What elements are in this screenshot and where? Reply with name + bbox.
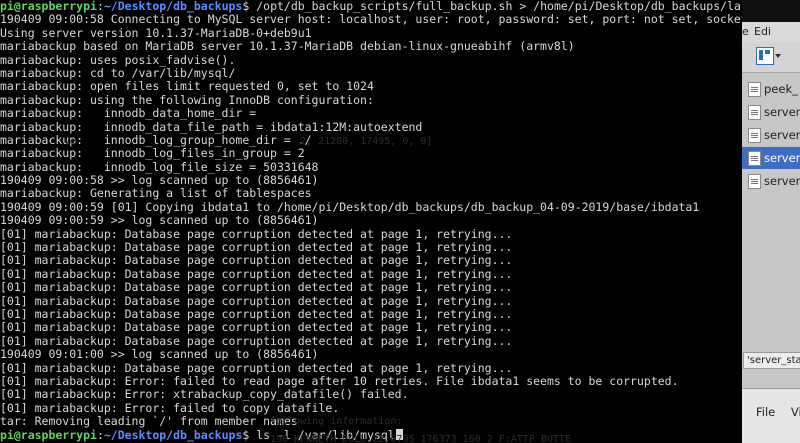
prompt-separator: :: [96, 0, 104, 13]
chevron-down-icon[interactable]: [775, 54, 781, 58]
file-item-label: server: [764, 151, 800, 165]
output-line: 190409 09:00:59 [01] Copying ibdata1 to …: [0, 200, 700, 214]
prompt-path: ~/Desktop/db_backups: [103, 428, 243, 442]
output-line: mariabackup: innodb_log_files_in_group =…: [0, 147, 305, 161]
file-icon: [748, 105, 761, 120]
output-line: Using server version 10.1.37-MariaDB-0+d…: [0, 26, 312, 40]
prompt-line-1: pi@raspberrypi:~/Desktop/db_backups$ /op…: [0, 0, 742, 13]
output-line: 190409 09:01:00 >> log scanned up to (88…: [0, 348, 319, 362]
view-layout-icon[interactable]: [756, 47, 774, 65]
output-line: mariabackup: using the following InnoDB …: [0, 93, 374, 107]
output-line: [01] mariabackup: Database page corrupti…: [0, 294, 513, 308]
prompt-symbol: $: [242, 428, 250, 442]
menu-item[interactable]: e: [742, 22, 749, 42]
output-line: [01] mariabackup: Error: xtrabackup_copy…: [0, 388, 409, 402]
prompt-separator: :: [96, 428, 104, 442]
output-line: [01] mariabackup: Database page corrupti…: [0, 307, 513, 321]
prompt-command: ls -l /var/lib/mysql: [256, 428, 395, 442]
output-line: tar: Removing leading `/' from member na…: [0, 415, 298, 429]
prompt-command: /opt/db_backup_scripts/full_backup.sh > …: [256, 0, 742, 13]
output-line: mariabackup: Generating a list of tables…: [0, 187, 312, 201]
prompt-line-2: pi@raspberrypi:~/Desktop/db_backups$ ls …: [0, 428, 742, 442]
output-line: [01] mariabackup: Database page corrupti…: [0, 361, 513, 375]
background-window-toolbar: [742, 42, 800, 73]
output-line: [01] mariabackup: Database page corrupti…: [0, 334, 513, 348]
file-item-label: server: [764, 128, 800, 142]
output-line: [01] mariabackup: Database page corrupti…: [0, 254, 513, 268]
output-line: [01] mariabackup: Database page corrupti…: [0, 241, 513, 255]
terminal-window[interactable]: pi@raspberrypi:~/Desktop/db_backups$ /op…: [0, 0, 742, 443]
file-item[interactable]: peek_: [742, 78, 800, 100]
output-line: mariabackup based on MariaDB server 10.1…: [0, 40, 575, 54]
output-line: [01] mariabackup: Database page corrupti…: [0, 227, 513, 241]
file-item[interactable]: server: [742, 124, 800, 146]
output-line: mariabackup: innodb_log_group_home_dir =…: [0, 133, 312, 147]
dialog-menu-file[interactable]: File: [756, 405, 775, 419]
file-item-label: peek_: [764, 82, 798, 96]
output-line: [01] mariabackup: Database page corrupti…: [0, 281, 513, 295]
menu-item[interactable]: Edi: [754, 22, 771, 42]
prompt-user: pi@raspberrypi: [0, 0, 97, 13]
file-item[interactable]: server: [742, 170, 800, 192]
output-line: mariabackup: innodb_log_file_size = 5033…: [0, 160, 319, 174]
file-item[interactable]: server: [742, 101, 800, 123]
output-line: mariabackup: innodb_data_file_path = ibd…: [0, 120, 423, 134]
dialog-menu-view[interactable]: View: [791, 405, 800, 419]
output-line: [01] mariabackup: Database page corrupti…: [0, 321, 513, 335]
terminal-output: pi@raspberrypi:~/Desktop/db_backups$ /op…: [0, 0, 742, 442]
tab-label[interactable]: 'server_sta: [743, 352, 800, 369]
output-line: mariabackup: cd to /var/lib/mysql/: [0, 66, 236, 80]
text-cursor: [395, 428, 403, 440]
output-line: [01] mariabackup: Error: failed to read …: [0, 374, 679, 388]
file-icon: [748, 82, 761, 97]
file-icon: [748, 174, 761, 189]
output-line: mariabackup: uses posix_fadvise().: [0, 53, 236, 67]
prompt-path: ~/Desktop/db_backups: [103, 0, 243, 13]
background-window-titlebar: [742, 0, 800, 22]
file-icon: [748, 151, 761, 166]
prompt-user: pi@raspberrypi: [0, 428, 97, 442]
prompt-symbol: $: [242, 0, 250, 13]
background-window-menubar: e Edi: [742, 22, 800, 42]
output-line: [01] mariabackup: Database page corrupti…: [0, 267, 513, 281]
output-line: mariabackup: open files limit requested …: [0, 80, 374, 94]
background-window[interactable]: e Edi peek_ server server server server …: [742, 0, 800, 443]
file-item-label: server: [764, 174, 800, 188]
output-line: 190409 09:00:59 >> log scanned up to (88…: [0, 214, 319, 228]
file-icon: [748, 128, 761, 143]
file-item-label: server: [764, 105, 800, 119]
output-line: [01] mariabackup: Error: failed to copy …: [0, 401, 340, 415]
file-item-selected[interactable]: server: [742, 147, 800, 169]
output-line: 190409 09:00:58 >> log scanned up to (88…: [0, 174, 319, 188]
background-dialog: File View: [742, 388, 800, 443]
output-line: mariabackup: innodb_data_home_dir =: [0, 107, 257, 121]
output-line: 190409 09:00:58 Connecting to MySQL serv…: [0, 13, 742, 27]
